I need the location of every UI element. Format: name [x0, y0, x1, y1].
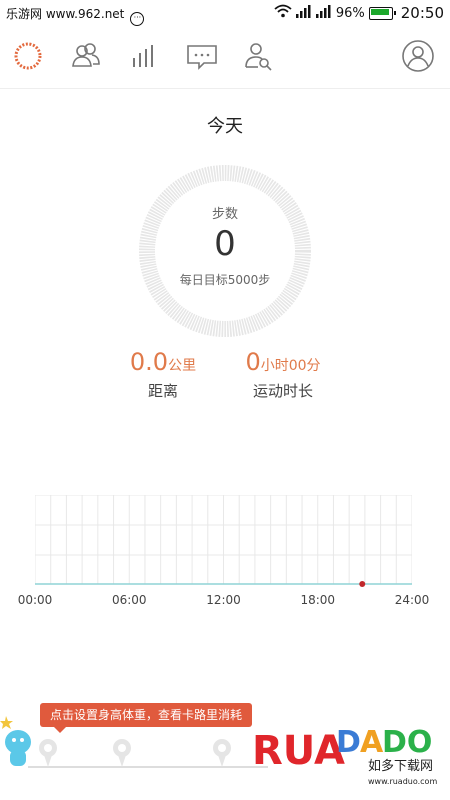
battery-icon [368, 6, 396, 20]
wifi-icon [274, 4, 292, 22]
duration-stat: 0小时00分 运动时长 [208, 348, 358, 401]
clock: 20:50 [400, 4, 444, 22]
svg-text:A: A [360, 725, 384, 760]
activity-ring-icon [14, 42, 42, 70]
nav-stats[interactable] [126, 38, 162, 74]
nav-activity[interactable] [10, 38, 46, 74]
current-time-marker [359, 581, 366, 587]
steps-value: 0 [214, 224, 236, 264]
nav-profile[interactable] [400, 38, 436, 74]
signal-icon-2 [315, 4, 332, 22]
status-right: 96% 20:50 [274, 4, 444, 22]
set-height-weight-tip[interactable]: 点击设置身高体重，查看卡路里消耗 [40, 703, 253, 733]
duration-minutes: 00 [288, 358, 307, 374]
signal-icon [295, 4, 312, 22]
person-search-icon [245, 43, 272, 71]
duration-hours: 0 [245, 348, 261, 376]
nav-messages[interactable] [184, 38, 220, 74]
svg-text:DO: DO [382, 725, 432, 760]
site-label: 乐游网 www.962.net [6, 7, 125, 21]
steps-label: 步数 [211, 207, 238, 222]
site-watermark-logo: RUA D A DO 如多下载网 www.ruaduo.com [252, 725, 437, 786]
friends-icon [72, 43, 100, 67]
duration-minutes-unit: 分 [306, 358, 321, 374]
chat-notification-icon: ··· [130, 12, 145, 26]
nav-friends[interactable] [68, 38, 104, 74]
x-tick-label: 18:00 [300, 593, 336, 607]
distance-unit: 公里 [168, 358, 197, 374]
x-tick-label: 00:00 [17, 593, 53, 607]
svg-text:RUA: RUA [252, 728, 345, 774]
profile-icon [402, 40, 434, 72]
page-title: 今天 [207, 116, 243, 137]
milestone-pin-icon [39, 739, 57, 767]
svg-text:D: D [336, 725, 361, 760]
top-nav [0, 26, 450, 89]
stats-bars-icon [133, 45, 153, 67]
daily-activity-chart [35, 495, 412, 587]
x-tick-label: 12:00 [206, 593, 241, 607]
milestone-pin-icon [113, 739, 131, 767]
distance-value: 0.0 [129, 348, 169, 376]
message-icon [187, 45, 217, 70]
x-tick-label: 24:00 [394, 593, 430, 607]
svg-text:如多下载网: 如多下载网 [368, 758, 433, 774]
milestone-pin-icon [213, 739, 231, 767]
svg-text:www.ruaduo.com: www.ruaduo.com [368, 777, 437, 786]
status-bar: 乐游网 www.962.net ··· 96% 20:50 [0, 0, 450, 26]
battery-percent: 96% [335, 5, 365, 21]
mascot-icon [0, 716, 31, 766]
nav-find-people[interactable] [240, 38, 276, 74]
status-left: 乐游网 www.962.net ··· [6, 5, 145, 26]
daily-goal: 每日目标5000步 [179, 273, 271, 287]
duration-label: 运动时长 [252, 382, 313, 400]
chart-x-axis: 00:00 06:00 12:00 18:00 24:00 [0, 593, 450, 611]
x-tick-label: 06:00 [111, 593, 147, 607]
duration-hours-unit: 小时 [260, 358, 289, 374]
